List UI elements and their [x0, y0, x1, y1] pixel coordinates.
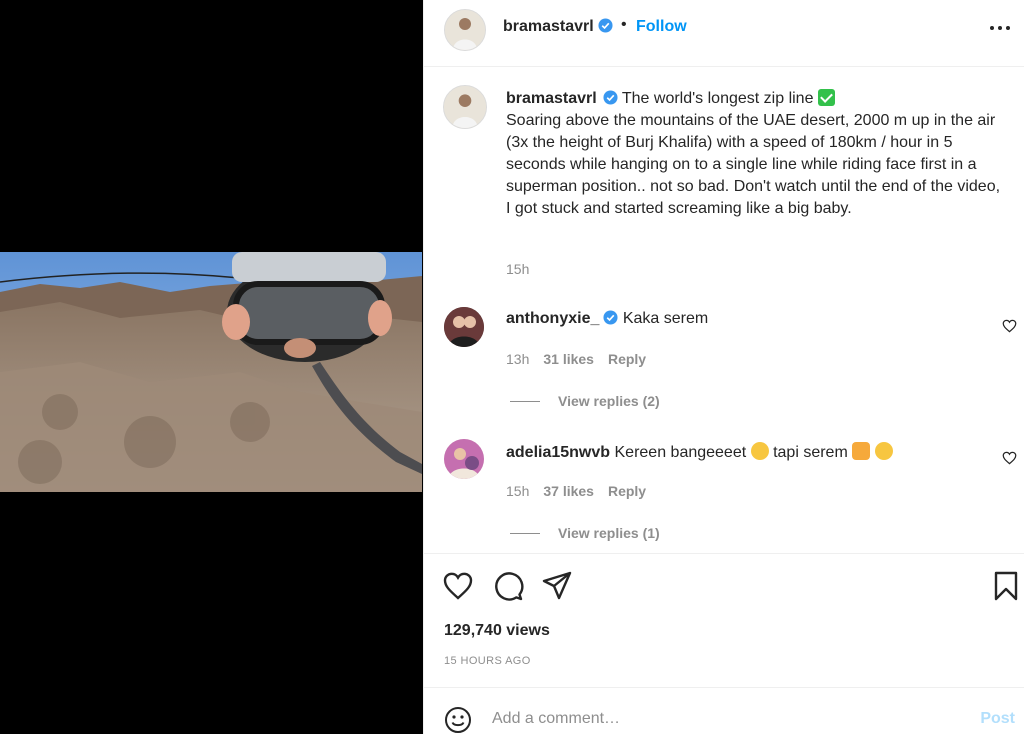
comment-timestamp: 13h: [506, 351, 530, 367]
heart-eyes-emoji-icon: [750, 442, 769, 460]
comment-text: adelia15nwvb Kereen bangeeeet tapi serem: [506, 442, 893, 462]
reply-button[interactable]: Reply: [608, 483, 646, 499]
avatar-image: [444, 439, 484, 479]
scream-cat-emoji-icon: [852, 442, 871, 460]
commenter-avatar[interactable]: [444, 439, 484, 479]
post-details-panel: bramastavrl • Follow bramastavrl The wor…: [423, 0, 1024, 734]
screaming-face-emoji-icon: [874, 442, 893, 460]
author-username-text: bramastavrl: [503, 18, 594, 35]
author-avatar[interactable]: [444, 9, 486, 51]
comment-body: Kaka serem: [622, 310, 709, 327]
caption-body: Soaring above the mountains of the UAE d…: [506, 112, 1001, 217]
comment-text: anthonyxie_ Kaka serem: [506, 310, 708, 328]
author-username[interactable]: bramastavrl: [503, 18, 613, 36]
comments-section[interactable]: bramastavrl The world's longest zip line…: [424, 67, 1024, 553]
comment-bubble-icon[interactable]: [492, 570, 524, 602]
post-comment-button[interactable]: Post: [980, 710, 1015, 728]
add-comment-bar: Post: [424, 687, 1024, 735]
comment-likes[interactable]: 37 likes: [543, 483, 594, 499]
more-options-icon[interactable]: [989, 18, 1011, 38]
comment-body-part2: tapi serem: [773, 444, 848, 461]
comment-likes[interactable]: 31 likes: [543, 351, 594, 367]
commenter-username[interactable]: anthonyxie_: [506, 310, 599, 327]
post-caption: bramastavrl The world's longest zip line…: [506, 88, 1006, 220]
view-replies-label: View replies (1): [558, 525, 660, 541]
view-replies-button[interactable]: View replies (2): [510, 393, 660, 409]
caption-timestamp: 15h: [506, 261, 530, 277]
emoji-picker-icon[interactable]: [444, 706, 472, 734]
follow-button[interactable]: Follow: [636, 18, 687, 36]
comment-input[interactable]: [490, 704, 954, 734]
media-panel: [0, 0, 423, 734]
commenter-avatar[interactable]: [444, 307, 484, 347]
check-mark-icon: [817, 89, 835, 106]
like-comment-icon[interactable]: [1002, 451, 1017, 465]
avatar-image: [445, 10, 485, 50]
like-heart-icon[interactable]: [442, 570, 474, 602]
post-actions-bar: 129,740 views 15 HOURS AGO: [424, 553, 1024, 688]
instagram-post-view: bramastavrl • Follow bramastavrl The wor…: [0, 0, 1024, 734]
caption-title: The world's longest zip line: [621, 90, 814, 107]
share-send-icon[interactable]: [541, 570, 573, 602]
save-bookmark-icon[interactable]: [990, 570, 1022, 602]
replies-line: [510, 401, 540, 402]
separator-dot: •: [621, 16, 627, 33]
comment-meta: 13h 31 likes Reply: [506, 351, 660, 367]
commenter-username[interactable]: adelia15nwvb: [506, 444, 610, 461]
comment-timestamp: 15h: [506, 483, 530, 499]
post-video[interactable]: [0, 252, 422, 492]
like-comment-icon[interactable]: [1002, 319, 1017, 333]
post-header: bramastavrl • Follow: [424, 0, 1024, 67]
caption-username[interactable]: bramastavrl: [506, 90, 597, 107]
post-date: 15 HOURS AGO: [444, 655, 531, 667]
avatar-image: [444, 86, 486, 128]
verified-badge-icon: [603, 310, 618, 325]
comment-body-part1: Kereen bangeeeet: [614, 444, 747, 461]
replies-line: [510, 533, 540, 534]
verified-badge-icon: [598, 18, 613, 33]
avatar-image: [444, 307, 484, 347]
view-count[interactable]: 129,740 views: [444, 622, 550, 640]
video-frame: [0, 252, 422, 492]
verified-badge-icon: [603, 90, 618, 105]
reply-button[interactable]: Reply: [608, 351, 646, 367]
view-replies-button[interactable]: View replies (1): [510, 525, 660, 541]
view-replies-label: View replies (2): [558, 393, 660, 409]
caption-author-avatar[interactable]: [443, 85, 487, 129]
comment-meta: 15h 37 likes Reply: [506, 483, 660, 499]
